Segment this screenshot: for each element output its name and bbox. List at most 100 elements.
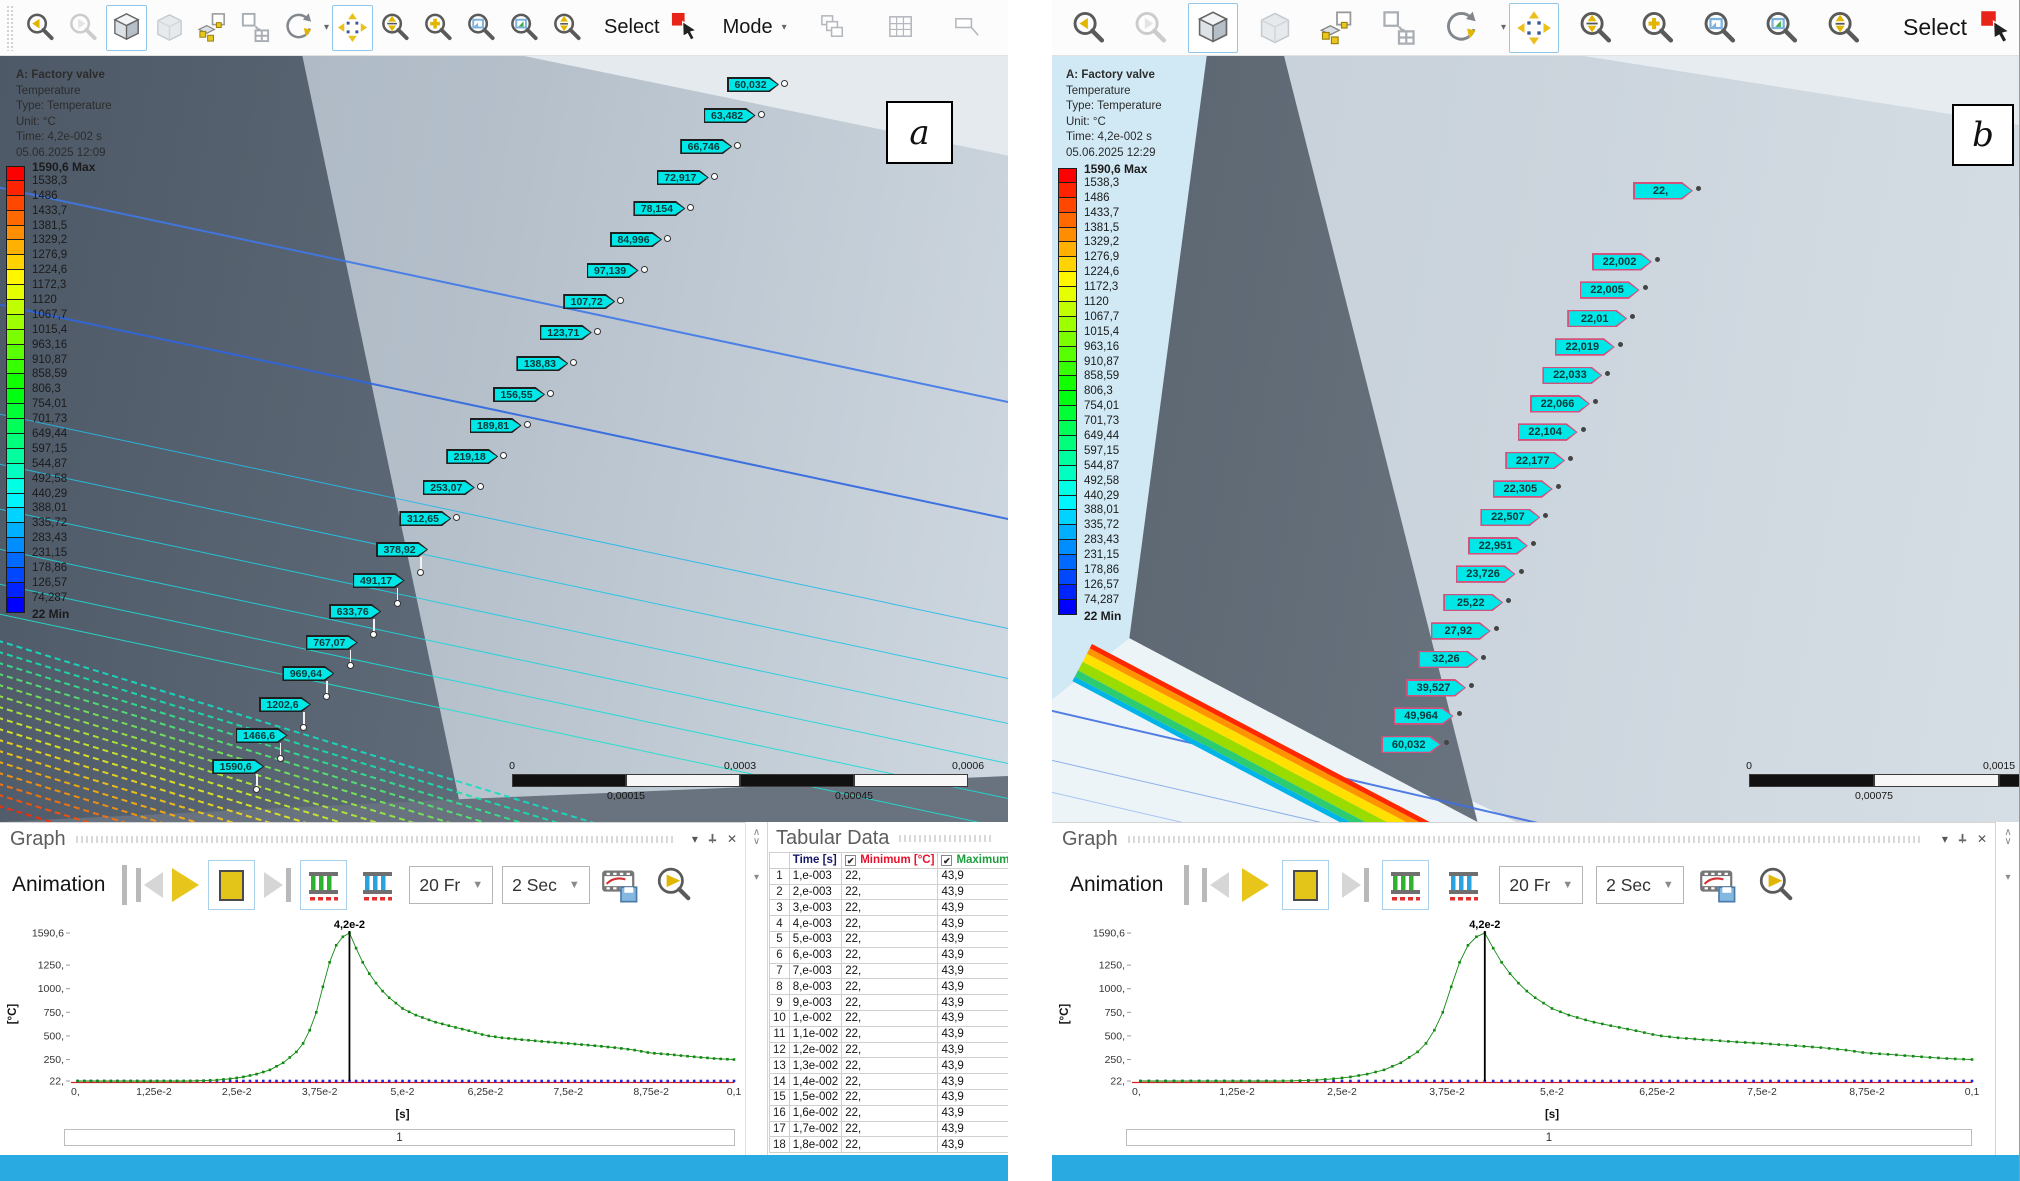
select-cursor-icon[interactable] xyxy=(1973,3,2019,53)
time-timeline-icon[interactable] xyxy=(356,860,400,910)
table-row[interactable]: 121,2e-00222,43,9 xyxy=(770,1042,1009,1058)
shaded-view-icon[interactable] xyxy=(149,5,190,51)
temperature-tag[interactable]: 1202,6 xyxy=(259,697,311,712)
table-row[interactable]: 141,4e-00222,43,9 xyxy=(770,1074,1009,1090)
temperature-tag[interactable]: 633,76 xyxy=(329,604,381,619)
temperature-tag[interactable]: 107,72 xyxy=(563,294,615,309)
rotate-caret-icon[interactable]: ▾ xyxy=(1501,22,1506,33)
table-row[interactable]: 88,e-00322,43,9 xyxy=(770,979,1009,995)
select-cursor-icon[interactable] xyxy=(666,5,707,51)
step-first-button[interactable] xyxy=(1202,868,1229,902)
step-last-button[interactable] xyxy=(264,868,291,902)
viewports-icon[interactable] xyxy=(235,5,276,51)
seconds-select[interactable]: 2 Sec▼ xyxy=(502,866,590,904)
temperature-tag[interactable]: 32,26 xyxy=(1418,651,1478,669)
temperature-tag[interactable]: 378,92 xyxy=(376,542,428,557)
close-icon[interactable]: ✕ xyxy=(727,833,737,845)
screenshot-icon[interactable] xyxy=(192,5,233,51)
zoom-box-icon[interactable] xyxy=(461,5,502,51)
step-last-button[interactable] xyxy=(1342,868,1369,902)
temperature-tag[interactable]: 156,55 xyxy=(493,387,545,402)
pan-icon[interactable] xyxy=(1509,3,1559,53)
table-row[interactable]: 22,e-00322,43,9 xyxy=(770,884,1009,900)
table-row[interactable]: 111,1e-00222,43,9 xyxy=(770,1026,1009,1042)
annotation-icon[interactable] xyxy=(948,5,989,51)
viewports-icon[interactable] xyxy=(1374,3,1424,53)
time-timeline-icon[interactable] xyxy=(1442,860,1486,910)
step-first-button[interactable] xyxy=(136,868,163,902)
pane-splitter[interactable]: ∧∨▾ xyxy=(1995,822,2020,1155)
temperature-tag[interactable]: 22,066 xyxy=(1530,395,1590,413)
selection-filter-icon[interactable] xyxy=(814,5,855,51)
table-row[interactable]: 55,e-00322,43,9 xyxy=(770,931,1009,947)
temperature-tag[interactable]: 767,07 xyxy=(306,635,358,650)
table-row[interactable]: 151,5e-00222,43,9 xyxy=(770,1089,1009,1105)
temperature-tag[interactable]: 27,92 xyxy=(1431,622,1491,640)
temperature-tag[interactable]: 969,64 xyxy=(282,666,334,681)
zoom-globe-icon[interactable] xyxy=(1757,3,1807,53)
temperature-tag[interactable]: 66,746 xyxy=(680,139,732,154)
temperature-tag[interactable]: 23,726 xyxy=(1456,565,1516,583)
close-icon[interactable]: ✕ xyxy=(1977,833,1987,845)
iso-view-icon[interactable] xyxy=(1188,3,1238,53)
frames-select[interactable]: 20 Fr▼ xyxy=(409,866,493,904)
result-set-bar[interactable]: 1 xyxy=(64,1129,735,1146)
pin-icon[interactable] xyxy=(707,833,718,846)
zoom-back-icon[interactable] xyxy=(20,5,61,51)
temperature-tag[interactable]: 60,032 xyxy=(1381,736,1441,754)
export-video-icon[interactable] xyxy=(1697,860,1741,910)
zoom-globe-icon[interactable] xyxy=(504,5,545,51)
temperature-tag[interactable]: 22,305 xyxy=(1493,480,1553,498)
play-button[interactable] xyxy=(172,868,199,902)
pane-menu-caret-icon[interactable]: ▾ xyxy=(1942,833,1948,845)
temperature-tag[interactable]: 72,917 xyxy=(657,170,709,185)
frames-select[interactable]: 20 Fr▼ xyxy=(1499,866,1583,904)
temperature-tag[interactable]: 1466,6 xyxy=(236,728,288,743)
zoom-vertical-icon[interactable] xyxy=(375,5,416,51)
mode-label[interactable]: Mode xyxy=(723,16,773,39)
stop-button[interactable] xyxy=(208,860,255,910)
table-row[interactable]: 66,e-00322,43,9 xyxy=(770,947,1009,963)
table-row[interactable]: 99,e-00322,43,9 xyxy=(770,995,1009,1011)
shaded-view-icon[interactable] xyxy=(1250,3,1300,53)
table-row[interactable]: 161,6e-00222,43,9 xyxy=(770,1105,1009,1121)
zoom-box-icon[interactable] xyxy=(1695,3,1745,53)
temperature-tag[interactable]: 84,996 xyxy=(610,232,662,247)
temperature-tag[interactable]: 123,71 xyxy=(540,325,592,340)
zoom-forward-icon[interactable] xyxy=(1126,3,1176,53)
pane-menu-caret-icon[interactable]: ▾ xyxy=(692,833,698,845)
table-row[interactable]: 131,3e-00222,43,9 xyxy=(770,1058,1009,1074)
3d-viewport[interactable]: A: Factory valve Temperature Type: Tempe… xyxy=(1052,56,2019,822)
table-row[interactable]: 101,e-00222,43,9 xyxy=(770,1010,1009,1026)
temperature-tag[interactable]: 49,964 xyxy=(1394,707,1454,725)
temperature-tag[interactable]: 22,951 xyxy=(1468,537,1528,555)
table-row[interactable]: 33,e-00322,43,9 xyxy=(770,900,1009,916)
export-video-icon[interactable] xyxy=(599,860,643,910)
temperature-tag[interactable]: 22,002 xyxy=(1592,253,1652,271)
temperature-tag[interactable]: 138,83 xyxy=(516,356,568,371)
play-button[interactable] xyxy=(1242,868,1269,902)
rotate-icon[interactable] xyxy=(1436,3,1486,53)
temperature-tag[interactable]: 60,032 xyxy=(727,77,779,92)
zoom-out-icon[interactable] xyxy=(1819,3,1869,53)
pin-icon[interactable] xyxy=(1957,833,1968,846)
frames-timeline-icon[interactable] xyxy=(300,860,347,910)
rotate-icon[interactable] xyxy=(278,5,319,51)
zoom-graph-icon[interactable] xyxy=(1754,860,1798,910)
table-row[interactable]: 44,e-00322,43,9 xyxy=(770,916,1009,932)
iso-view-icon[interactable] xyxy=(106,5,147,51)
zoom-plus-icon[interactable] xyxy=(418,5,459,51)
seconds-select[interactable]: 2 Sec▼ xyxy=(1596,866,1684,904)
pan-icon[interactable] xyxy=(332,5,373,51)
zoom-plus-icon[interactable] xyxy=(1633,3,1683,53)
pane-splitter[interactable]: ∧∨▾ xyxy=(745,822,768,1155)
temperature-tag[interactable]: 22,005 xyxy=(1580,281,1640,299)
temperature-tag[interactable]: 253,07 xyxy=(423,480,475,495)
zoom-graph-icon[interactable] xyxy=(652,860,696,910)
toolbar-grip[interactable] xyxy=(6,5,14,51)
3d-viewport[interactable]: A: Factory valve Temperature Type: Tempe… xyxy=(0,56,1008,822)
table-row[interactable]: 11,e-00322,43,9 xyxy=(770,868,1009,884)
temperature-tag[interactable]: 22,033 xyxy=(1542,367,1602,385)
temperature-tag[interactable]: 78,154 xyxy=(633,201,685,216)
select-label[interactable]: Select xyxy=(1903,14,1967,41)
